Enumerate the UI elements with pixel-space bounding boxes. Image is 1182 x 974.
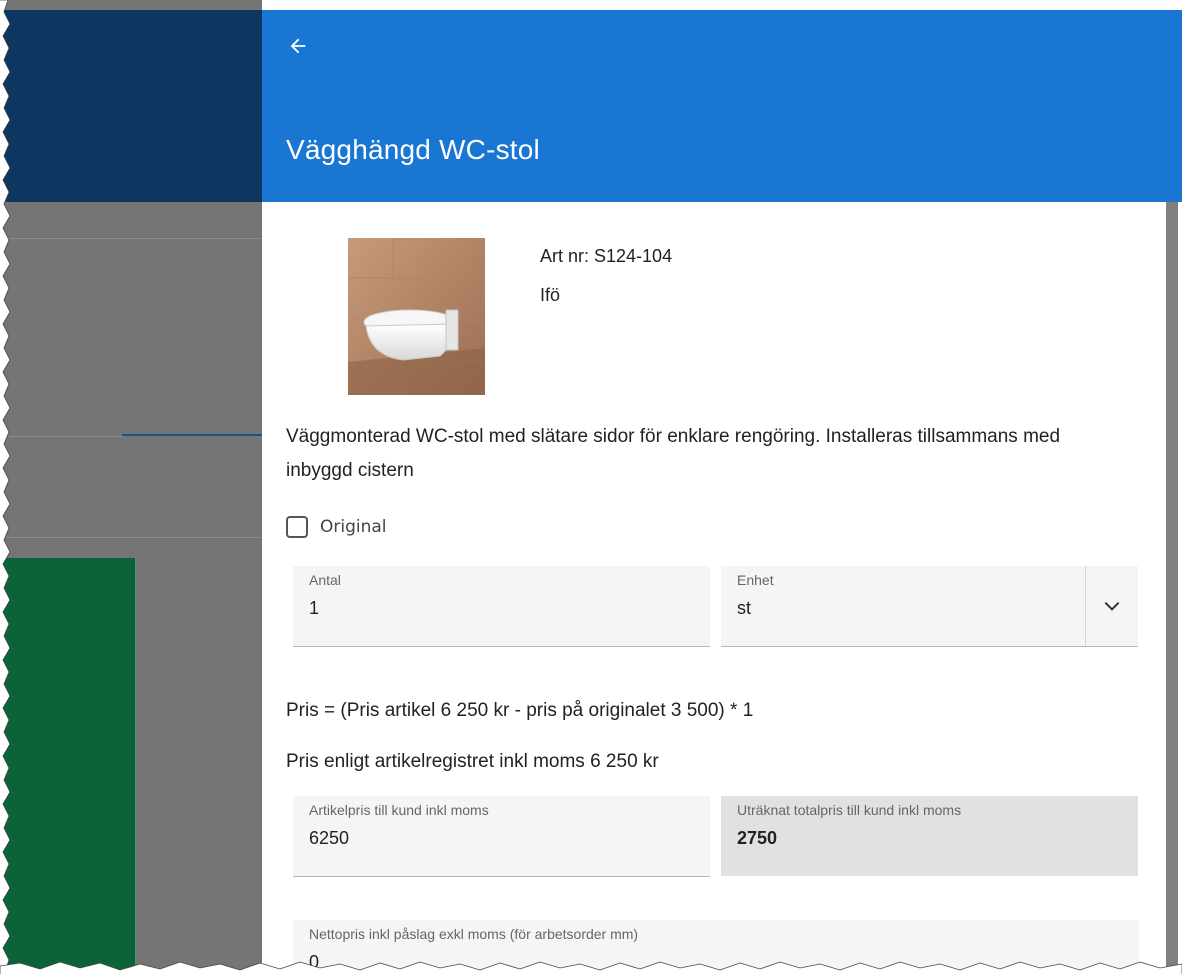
price-formula: Pris = (Pris artikel 6 250 kr - pris på … [286,700,754,721]
unit-dropdown-toggle[interactable] [1085,566,1138,646]
total-price-field: Uträknat totalpris till kund inkl moms 2… [721,796,1138,876]
quantity-input[interactable] [309,598,643,619]
background-divider [0,238,262,239]
product-description: Väggmonterad WC-stol med slätare sidor f… [286,426,1061,481]
original-checkbox-label: Original [320,517,387,537]
original-checkbox[interactable] [286,516,308,538]
original-checkbox-row[interactable]: Original [286,516,387,538]
background-app [0,0,262,974]
product-image [348,238,485,395]
unit-value: st [737,598,752,618]
brand-name: Ifö [540,285,561,305]
unit-select[interactable]: Enhet st [721,566,1138,647]
background-header [0,10,262,202]
back-button[interactable] [282,30,314,62]
torn-edge-left [0,0,11,974]
total-price-value: 2750 [737,828,778,848]
quantity-field[interactable]: Antal [293,566,710,647]
register-price: Pris enligt artikelregistret inkl moms 6… [286,751,659,772]
article-number: Art nr: S124-104 [540,246,673,266]
product-dialog: Vägghängd WC-stol ⌃ Art nr: S124-104 Ifö… [262,10,1182,974]
article-price-label: Artikelpris till kund inkl moms [309,802,489,818]
dialog-title: Vägghängd WC-stol [286,134,540,165]
scrollbar[interactable] [1166,202,1178,974]
unit-label: Enhet [737,572,774,588]
background-tab-indicator [122,434,262,436]
dialog-header: Vägghängd WC-stol [262,10,1182,202]
background-divider [0,436,122,437]
arrow-left-icon [290,38,306,54]
total-price-label: Uträknat totalpris till kund inkl moms [737,802,962,818]
background-green-panel [0,558,136,974]
article-price-field[interactable]: Artikelpris till kund inkl moms [293,796,710,877]
torn-edge-bottom [0,961,1182,974]
net-price-label: Nettopris inkl påslag exkl moms (för arb… [309,926,639,942]
quantity-label: Antal [309,572,341,588]
chevron-down-icon [1104,601,1120,611]
article-price-input[interactable] [309,828,643,849]
background-divider [0,537,262,538]
